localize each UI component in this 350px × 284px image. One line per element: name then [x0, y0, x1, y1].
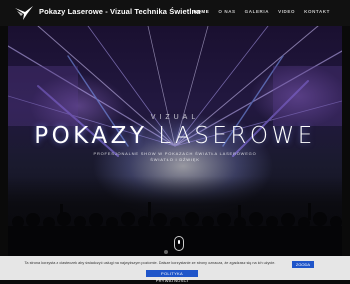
- cookie-accept-button[interactable]: ZGODA: [292, 261, 314, 268]
- hero-title-part1: POKAZY: [34, 123, 148, 149]
- site-brand[interactable]: Pokazy Laserowe - Vizual Technika Świetl…: [39, 7, 200, 16]
- bird-wing-logo-icon[interactable]: [15, 6, 33, 20]
- decorative-dot: [164, 250, 168, 254]
- hero-subtitle: VIZUAL: [150, 114, 200, 121]
- privacy-policy-button[interactable]: POLITYKA PRYWATNOŚCI: [146, 270, 198, 283]
- nav-video[interactable]: VIDEO: [278, 9, 295, 14]
- nav-home[interactable]: HOME: [193, 9, 209, 14]
- nav-galeria[interactable]: GALERIA: [245, 9, 269, 14]
- cookie-text: Ta strona korzysta z ciasteczek aby świa…: [24, 261, 276, 265]
- hero-title-part2: LASEROWE: [158, 123, 316, 149]
- site-header: Pokazy Laserowe - Vizual Technika Świetl…: [0, 0, 350, 26]
- nav-o-nas[interactable]: O NAS: [218, 9, 235, 14]
- hero-tagline-line2: ŚWIATŁO I DŹWIĘK: [150, 157, 200, 162]
- hero-section: VIZUAL POKAZY LASEROWE PROFESJONALNE SHO…: [8, 26, 342, 256]
- hero-title: POKAZY LASEROWE: [8, 123, 342, 149]
- nav-kontakt[interactable]: KONTAKT: [304, 9, 330, 14]
- hero-tagline: PROFESJONALNE SHOW W POKAZACH ŚWIATŁA LA…: [8, 151, 342, 163]
- cookie-banner: Ta strona korzysta z ciasteczek aby świa…: [0, 256, 350, 283]
- mouse-scroll-icon[interactable]: [174, 236, 184, 251]
- main-nav: HOME O NAS GALERIA VIDEO KONTAKT: [193, 9, 330, 14]
